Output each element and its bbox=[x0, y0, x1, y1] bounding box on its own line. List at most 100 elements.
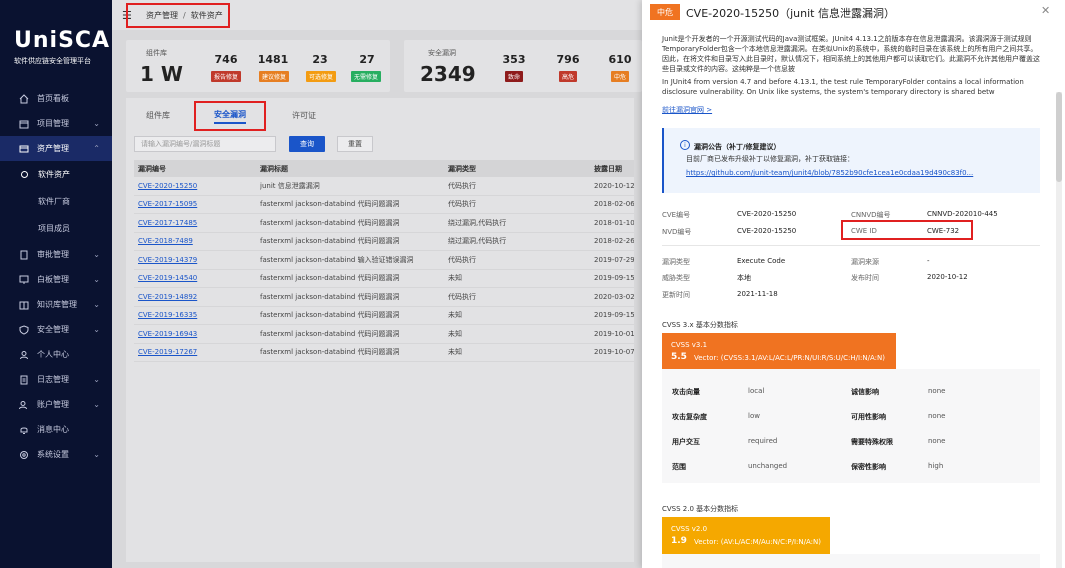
vuln-id-link[interactable]: CVE-2020-15250 bbox=[134, 182, 260, 190]
sidebar-item-message[interactable]: 消息中心 bbox=[0, 417, 112, 442]
table-cell: fasterxml jackson-databind 代码问题漏洞 bbox=[260, 218, 400, 227]
vuln-id-link[interactable]: CVE-2017-17485 bbox=[134, 219, 260, 227]
sidebar-item-knowledge[interactable]: 知识库管理 ⌄ bbox=[0, 292, 112, 317]
table-cell: 2018-02-26 bbox=[594, 237, 634, 246]
sidebar-item-project[interactable]: 项目管理 ⌄ bbox=[0, 111, 112, 136]
close-icon[interactable]: ✕ bbox=[1041, 4, 1050, 17]
breadcrumb-parent[interactable]: 资产管理 bbox=[146, 10, 178, 21]
nvd-label: NVD编号 bbox=[662, 228, 692, 236]
vuln-label: 安全漏洞 bbox=[428, 49, 456, 57]
cwe-value: CWE-732 bbox=[927, 227, 960, 235]
sidebar-item-log[interactable]: 日志管理 ⌄ bbox=[0, 367, 112, 392]
table-cell: junit 信息泄露漏洞 bbox=[260, 181, 320, 190]
vuln-id-link[interactable]: CVE-2019-16943 bbox=[134, 330, 260, 338]
vuln-id-link[interactable]: CVE-2017-15095 bbox=[134, 200, 260, 208]
metric-value: local bbox=[748, 387, 765, 395]
topbar: ☰ 资产管理 / 软件资产 bbox=[112, 0, 642, 30]
project-icon bbox=[18, 118, 29, 129]
metric-label: 攻击复杂度 bbox=[672, 413, 707, 421]
metric-value: required bbox=[748, 437, 778, 445]
metric-label: 范围 bbox=[672, 463, 686, 471]
component-total: 1 W bbox=[140, 62, 183, 86]
vuln-id-link[interactable]: CVE-2019-16335 bbox=[134, 311, 260, 319]
header-cell: 披露日期 bbox=[594, 164, 622, 173]
query-button[interactable]: 查询 bbox=[289, 136, 325, 152]
breadcrumb-separator: / bbox=[183, 11, 186, 20]
chevron-down-icon: ⌄ bbox=[93, 250, 100, 259]
sidebar-item-settings[interactable]: 系统设置 ⌄ bbox=[0, 442, 112, 467]
sidebar-item-personal[interactable]: 个人中心 bbox=[0, 342, 112, 367]
drawer-scroll-thumb[interactable] bbox=[1056, 92, 1062, 182]
cnnvd-label: CNNVD编号 bbox=[851, 211, 891, 219]
logo-subtitle: 软件供应链安全管理平台 bbox=[14, 57, 91, 65]
metric-label: 可用性影响 bbox=[851, 413, 886, 421]
metric-value: high bbox=[928, 462, 944, 470]
table-row[interactable]: CVE-2019-16335 fasterxml jackson-databind… bbox=[134, 307, 634, 325]
component-tag: 可选修复 bbox=[306, 71, 337, 82]
vuln-id-link[interactable]: CVE-2019-14540 bbox=[134, 274, 260, 282]
sidebar-item-account[interactable]: 账户管理 ⌄ bbox=[0, 392, 112, 417]
sidebar-item-approval[interactable]: 审批管理 ⌄ bbox=[0, 242, 112, 267]
source-label: 漏洞来源 bbox=[851, 258, 879, 266]
tab-vulnerabilities[interactable]: 安全漏洞 bbox=[194, 101, 266, 131]
table-row[interactable]: CVE-2017-17485 fasterxml jackson-databind… bbox=[134, 214, 634, 233]
table-cell: 代码执行 bbox=[448, 200, 476, 209]
divider bbox=[662, 245, 1040, 246]
chevron-down-icon: ⌄ bbox=[93, 275, 100, 284]
sidebar-sub-software-asset[interactable]: 软件资产 bbox=[0, 161, 112, 188]
sidebar-item-dashboard[interactable]: 首页看板 bbox=[0, 86, 112, 111]
table-row[interactable]: CVE-2019-16943 fasterxml jackson-databind… bbox=[134, 325, 634, 344]
vuln-id-link[interactable]: CVE-2019-17267 bbox=[134, 348, 260, 356]
reset-button[interactable]: 重置 bbox=[337, 136, 373, 152]
table-row[interactable]: CVE-2017-15095 fasterxml jackson-databind… bbox=[134, 196, 634, 214]
metric-value: none bbox=[928, 387, 946, 395]
account-icon bbox=[18, 399, 29, 410]
official-site-link[interactable]: 前往漏洞官网 > bbox=[662, 105, 712, 115]
vuln-id-link[interactable]: CVE-2018-7489 bbox=[134, 237, 260, 245]
table-cell: 未知 bbox=[448, 311, 462, 320]
cvss2-name: CVSS v2.0 bbox=[671, 525, 708, 533]
table-row[interactable]: CVE-2018-7489 fasterxml jackson-databind … bbox=[134, 233, 634, 251]
search-input[interactable]: 请输入漏洞编号/漏洞标题 bbox=[134, 136, 276, 152]
table-row[interactable]: CVE-2019-14379 fasterxml jackson-databind… bbox=[134, 251, 634, 270]
source-value: - bbox=[927, 257, 930, 265]
table-row[interactable]: CVE-2020-15250 junit 信息泄露漏洞 代码执行 2020-10-12 bbox=[134, 177, 634, 196]
patch-notice: i 漏洞公告（补丁/修复建议） 目前厂商已发布升级补丁以修复漏洞，补丁获取链接：… bbox=[662, 128, 1040, 193]
table-cell: fasterxml jackson-databind 代码问题漏洞 bbox=[260, 329, 400, 338]
tab-panel: 组件库 安全漏洞 许可证 请输入漏洞编号/漏洞标题 查询 重置 漏洞编号 漏洞标… bbox=[126, 98, 634, 562]
gear-icon bbox=[18, 449, 29, 460]
vuln-id-link[interactable]: CVE-2019-14892 bbox=[134, 293, 260, 301]
metric-label: 保密性影响 bbox=[851, 463, 886, 471]
tab-licenses[interactable]: 许可证 bbox=[292, 110, 316, 121]
sidebar-item-security[interactable]: 安全管理 ⌄ bbox=[0, 317, 112, 342]
chevron-down-icon: ⌄ bbox=[93, 400, 100, 409]
chevron-down-icon: ⌄ bbox=[93, 119, 100, 128]
sidebar-item-asset[interactable]: 资产管理 ⌃ bbox=[0, 136, 112, 161]
description-cn: Junit是个开发者的一个开源测试代码的Java测试框架。JUnit4 4.13… bbox=[662, 35, 1040, 73]
table-cell: 代码执行 bbox=[448, 181, 476, 190]
table-cell: 2018-01-10 bbox=[594, 218, 634, 227]
patch-url-link[interactable]: https://github.com/junit-team/junit4/blo… bbox=[686, 169, 973, 177]
sidebar-sub-vendor[interactable]: 软件厂商 bbox=[0, 188, 112, 215]
vuln-total: 2349 bbox=[420, 62, 476, 86]
table-row[interactable]: CVE-2019-14540 fasterxml jackson-databind… bbox=[134, 270, 634, 288]
tab-components[interactable]: 组件库 bbox=[146, 110, 170, 121]
component-label: 组件库 bbox=[146, 49, 167, 57]
sidebar-item-label: 安全管理 bbox=[37, 325, 69, 334]
sidebar-nav: 首页看板 项目管理 ⌄ 资产管理 ⌃ 软件资产 软件厂商 项目成员 审批管理 ⌄… bbox=[0, 86, 112, 467]
table-cell: 代码执行 bbox=[448, 255, 476, 264]
table-cell: 2019-10-01 bbox=[594, 329, 634, 338]
publish-label: 发布时间 bbox=[851, 274, 879, 282]
vuln-table: 漏洞编号 漏洞标题 漏洞类型 披露日期 CVE-2020-15250 junit … bbox=[134, 160, 634, 362]
sidebar-item-label: 消息中心 bbox=[37, 425, 69, 434]
table-cell: fasterxml jackson-databind 代码问题漏洞 bbox=[260, 274, 400, 283]
nvd-value: CVE-2020-15250 bbox=[737, 227, 797, 235]
table-row[interactable]: CVE-2019-17267 fasterxml jackson-databind… bbox=[134, 344, 634, 362]
sidebar-sub-members[interactable]: 项目成员 bbox=[0, 215, 112, 242]
sidebar-item-whiteboard[interactable]: 白板管理 ⌄ bbox=[0, 267, 112, 292]
table-row[interactable]: CVE-2019-14892 fasterxml jackson-databind… bbox=[134, 288, 634, 307]
cve-label: CVE编号 bbox=[662, 211, 691, 219]
sidebar: UniSCA 软件供应链安全管理平台 首页看板 项目管理 ⌄ 资产管理 ⌃ 软件… bbox=[0, 0, 112, 568]
vuln-id-link[interactable]: CVE-2019-14379 bbox=[134, 256, 260, 264]
component-count: 746 bbox=[214, 53, 238, 66]
